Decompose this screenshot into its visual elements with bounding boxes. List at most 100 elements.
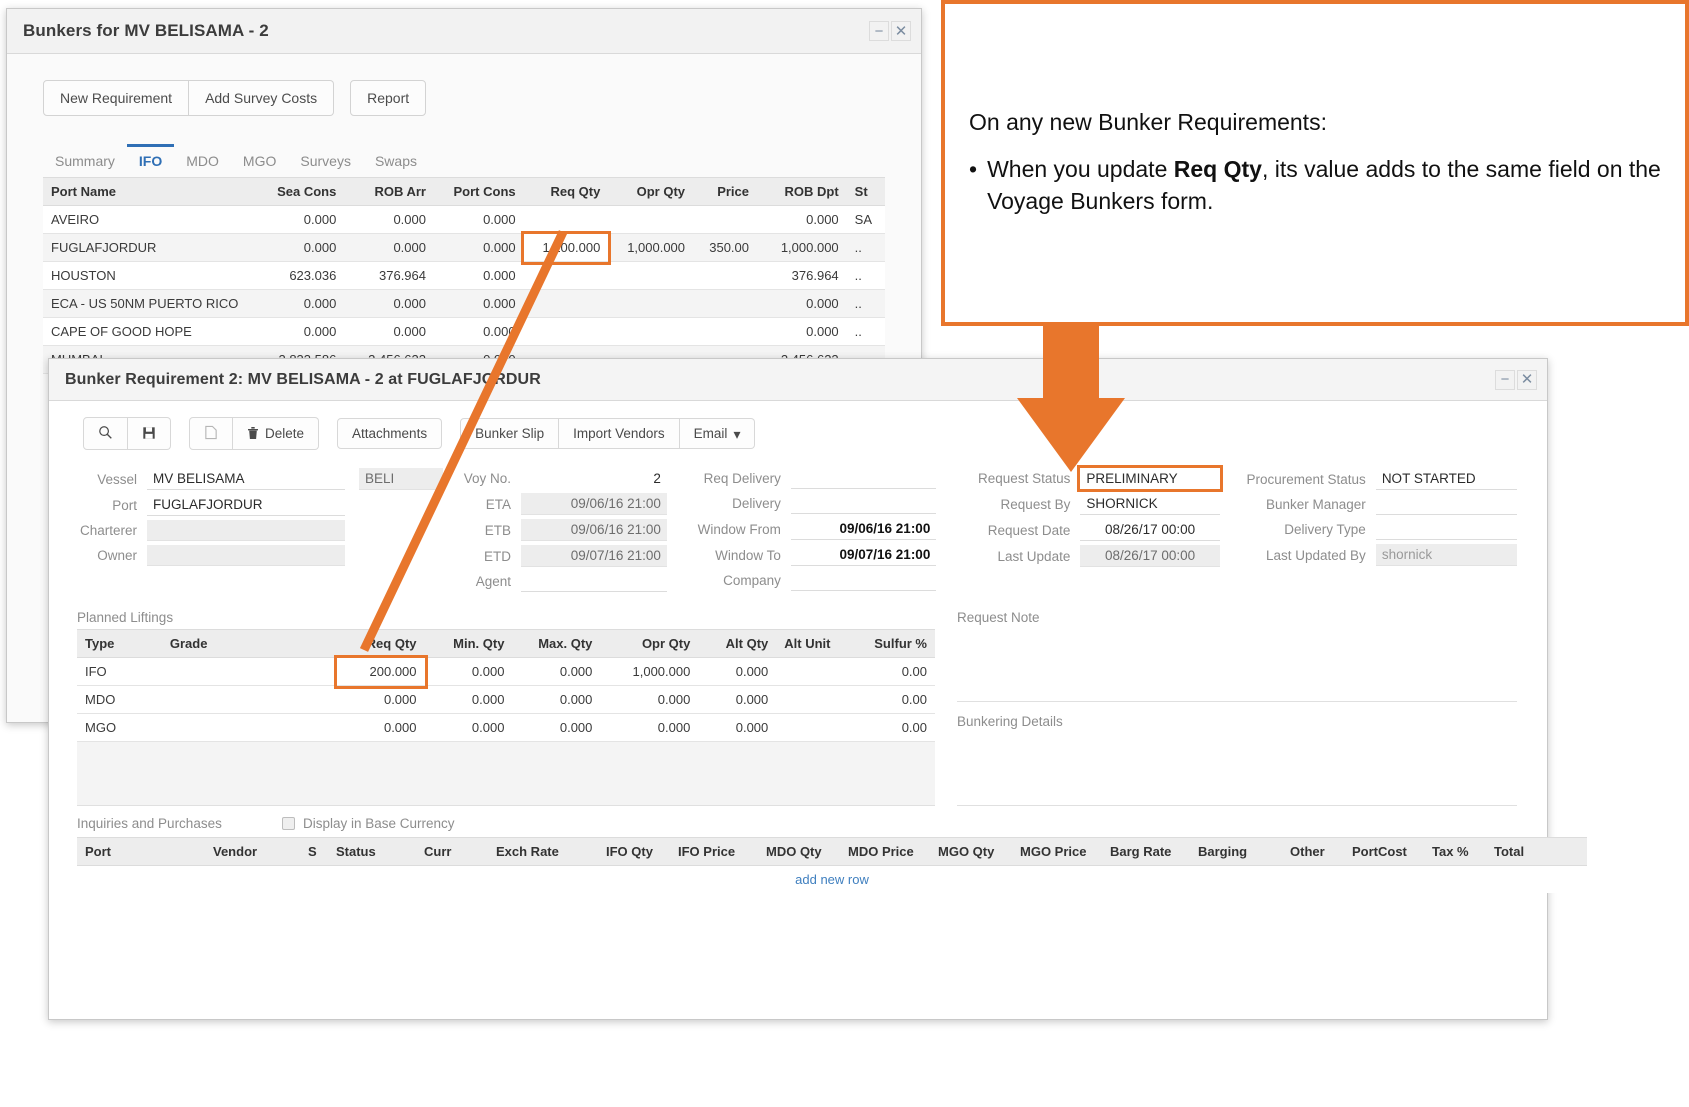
cell-alt-qty[interactable]: 0.000 [698,686,776,714]
cell-max-qty[interactable]: 0.000 [512,686,600,714]
delivery-type-field[interactable] [1376,519,1517,540]
col-tax[interactable]: Tax % [1424,838,1486,866]
col-req-qty[interactable]: Req Qty [524,178,609,206]
add-new-row-link[interactable]: add new row [787,864,877,895]
vessel-code-field[interactable]: BELI [359,468,443,490]
col-port-name[interactable]: Port Name [43,178,258,206]
cell-grade[interactable] [162,686,337,714]
cell-alt-unit[interactable] [776,714,866,742]
col-mgo-price[interactable]: MGO Price [1012,838,1102,866]
col-mdo-price[interactable]: MDO Price [840,838,930,866]
last-updated-by-field[interactable]: shornick [1376,544,1517,566]
request-by-field[interactable]: SHORNICK [1080,493,1219,515]
col-st[interactable]: St [847,178,885,206]
etd-field[interactable]: 09/07/16 21:00 [521,545,667,567]
col-min-qty[interactable]: Min. Qty [425,630,513,658]
col-rob-arr[interactable]: ROB Arr [344,178,434,206]
new-document-button[interactable] [189,417,233,450]
cell-min-qty[interactable]: 0.000 [425,658,513,686]
procurement-status-field[interactable]: NOT STARTED [1376,468,1517,490]
cell-req-qty[interactable]: 0.000 [337,714,425,742]
col-rob-dpt[interactable]: ROB Dpt [757,178,847,206]
col-exch-rate[interactable]: Exch Rate [488,838,598,866]
search-button[interactable] [83,417,128,450]
table-row[interactable]: AVEIRO 0.000 0.000 0.000 0.000 SA [43,206,885,234]
add-survey-costs-button[interactable]: Add Survey Costs [189,80,334,116]
email-button[interactable]: Email ▾ [680,418,756,449]
col-port[interactable]: Port [77,838,205,866]
col-type[interactable]: Type [77,630,162,658]
cell-alt-unit[interactable] [776,658,866,686]
vessel-field[interactable]: MV BELISAMA [147,468,345,490]
cell-grade[interactable] [162,714,337,742]
table-row[interactable]: MGO 0.000 0.000 0.000 0.000 0.000 0.00 [77,714,935,742]
cell-req-qty-highlighted[interactable]: 1,200.000 [524,234,609,262]
col-vendor[interactable]: Vendor [205,838,300,866]
col-total[interactable]: Total [1486,838,1587,866]
close-icon[interactable]: ✕ [1517,370,1537,390]
cell-opr-qty[interactable]: 1,000.000 [600,658,698,686]
report-button[interactable]: Report [350,80,426,116]
cell-req-qty[interactable]: 0.000 [337,686,425,714]
col-ifo-price[interactable]: IFO Price [670,838,758,866]
close-icon[interactable]: ✕ [891,21,911,41]
window-to-field[interactable]: 09/07/16 21:00 [791,544,936,566]
new-requirement-button[interactable]: New Requirement [43,80,189,116]
tab-ifo[interactable]: IFO [127,144,174,177]
add-new-row[interactable]: add new row [77,866,1587,894]
owner-field[interactable] [147,545,345,566]
col-opr-qty[interactable]: Opr Qty [600,630,698,658]
charterer-field[interactable] [147,520,345,541]
minimize-icon[interactable]: − [869,21,889,41]
col-mdo-qty[interactable]: MDO Qty [758,838,840,866]
col-barg-rate[interactable]: Barg Rate [1102,838,1190,866]
bunker-slip-button[interactable]: Bunker Slip [460,418,559,449]
col-mgo-qty[interactable]: MGO Qty [930,838,1012,866]
tab-surveys[interactable]: Surveys [288,144,363,177]
eta-field[interactable]: 09/06/16 21:00 [521,493,667,515]
import-vendors-button[interactable]: Import Vendors [559,418,680,449]
last-update-field[interactable]: 08/26/17 00:00 [1080,545,1219,567]
col-grade[interactable]: Grade [162,630,337,658]
col-price[interactable]: Price [693,178,757,206]
bunker-manager-field[interactable] [1376,494,1517,515]
cell-max-qty[interactable]: 0.000 [512,658,600,686]
col-max-qty[interactable]: Max. Qty [512,630,600,658]
cell-req-qty-highlighted[interactable]: 200.000 [337,658,425,686]
request-status-field[interactable]: PRELIMINARY [1080,468,1219,489]
table-row[interactable]: MDO 0.000 0.000 0.000 0.000 0.000 0.00 [77,686,935,714]
col-opr-qty[interactable]: Opr Qty [608,178,693,206]
col-barging[interactable]: Barging [1190,838,1282,866]
cell-alt-unit[interactable] [776,686,866,714]
attachments-button[interactable]: Attachments [337,418,442,449]
col-ifo-qty[interactable]: IFO Qty [598,838,670,866]
window-from-field[interactable]: 09/06/16 21:00 [791,518,936,540]
table-row[interactable]: CAPE OF GOOD HOPE 0.000 0.000 0.000 0.00… [43,318,885,346]
cell-min-qty[interactable]: 0.000 [425,714,513,742]
cell-alt-qty[interactable]: 0.000 [698,714,776,742]
col-status[interactable]: Status [328,838,416,866]
save-button[interactable] [128,417,171,450]
bunkering-details-input[interactable] [957,733,1517,805]
cell-opr-qty[interactable]: 0.000 [600,714,698,742]
col-curr[interactable]: Curr [416,838,488,866]
req-delivery-field[interactable] [791,468,936,489]
col-other[interactable]: Other [1282,838,1344,866]
col-s[interactable]: S [300,838,328,866]
tab-summary[interactable]: Summary [43,144,127,177]
table-row[interactable]: FUGLAFJORDUR 0.000 0.000 0.000 1,200.000… [43,234,885,262]
cell-min-qty[interactable]: 0.000 [425,686,513,714]
table-row[interactable]: IFO 200.000 0.000 0.000 1,000.000 0.000 … [77,658,935,686]
col-req-qty[interactable]: Req Qty [337,630,425,658]
cell-sulfur[interactable]: 0.00 [866,686,935,714]
request-note-input[interactable] [957,629,1517,701]
request-date-field[interactable]: 08/26/17 00:00 [1080,519,1219,541]
tab-mgo[interactable]: MGO [231,144,288,177]
col-sulfur[interactable]: Sulfur % [866,630,935,658]
etb-field[interactable]: 09/06/16 21:00 [521,519,667,541]
col-sea-cons[interactable]: Sea Cons [258,178,344,206]
cell-grade[interactable] [162,658,337,686]
table-row[interactable]: ECA - US 50NM PUERTO RICO 0.000 0.000 0.… [43,290,885,318]
display-base-currency-checkbox[interactable] [282,817,295,830]
cell-alt-qty[interactable]: 0.000 [698,658,776,686]
